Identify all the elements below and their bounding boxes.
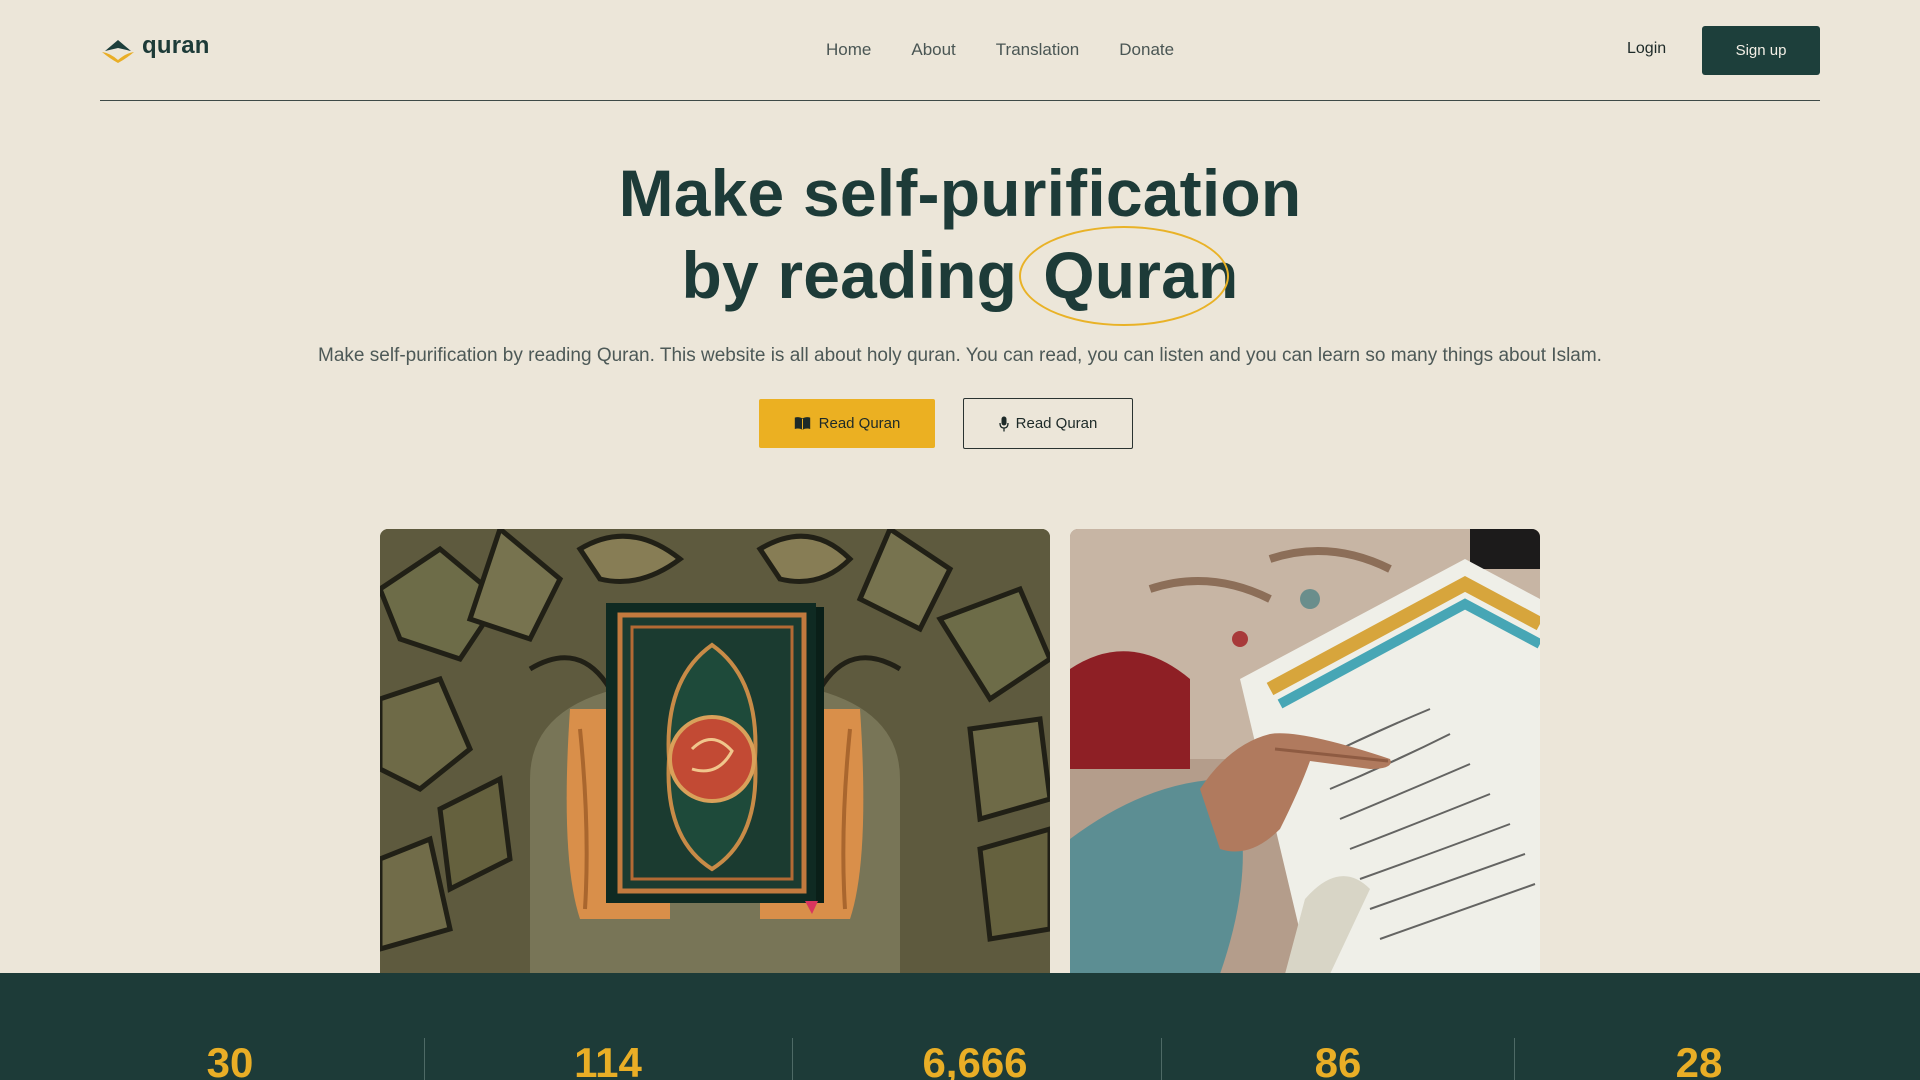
- stat-divider: [1161, 1038, 1162, 1080]
- highlight-ellipse: [1019, 226, 1230, 326]
- nav-about[interactable]: About: [911, 40, 955, 60]
- hero-title-prefix: by reading: [681, 238, 1018, 312]
- stat-value-5: 28: [1675, 1039, 1723, 1080]
- stat-value-4: 86: [1314, 1039, 1362, 1080]
- quran-logo-icon: [102, 40, 134, 63]
- main-nav: Home About Translation Donate: [826, 40, 1174, 60]
- nav-translation[interactable]: Translation: [996, 40, 1079, 60]
- quran-book-illustration: [380, 529, 1050, 974]
- stat-divider: [792, 1038, 793, 1080]
- listen-quran-button-label: Read Quran: [1015, 415, 1098, 432]
- hero-title-highlight: Quran: [1019, 226, 1238, 326]
- hero-title-line-2: by reading Quran: [0, 226, 1920, 326]
- hero-title-line-1: Make self-purification: [618, 156, 1302, 230]
- reading-quran-photo: [1070, 529, 1540, 974]
- stat-value-3: 6,666: [922, 1039, 1028, 1080]
- site-header: quran Home About Translation Donate Logi…: [100, 0, 1820, 101]
- brand-name: quran: [142, 32, 210, 59]
- stat-value-2: 114: [574, 1039, 642, 1080]
- read-quran-button-label: Read Quran: [818, 415, 901, 432]
- stat-value-1: 30: [206, 1039, 254, 1080]
- stat-divider: [1514, 1038, 1515, 1080]
- reading-quran-illustration: [1070, 529, 1540, 974]
- stat-divider: [424, 1038, 425, 1080]
- read-quran-button[interactable]: Read Quran: [759, 399, 935, 448]
- stats-bar: 30 114 6,666 86 28: [0, 973, 1920, 1080]
- brand-logo[interactable]: quran: [100, 32, 210, 64]
- microphone-icon: [998, 416, 1009, 431]
- hero-title: Make self-purification by reading Quran: [0, 152, 1920, 326]
- landing-page: quran Home About Translation Donate Logi…: [0, 0, 1920, 1080]
- quran-book-on-stand-photo: [380, 529, 1050, 974]
- nav-donate[interactable]: Donate: [1119, 40, 1174, 60]
- hero-subtitle: Make self-purification by reading Quran.…: [318, 345, 1602, 366]
- login-link[interactable]: Login: [1627, 40, 1666, 58]
- open-book-icon: [794, 417, 810, 430]
- signup-button[interactable]: Sign up: [1702, 26, 1820, 75]
- listen-quran-button[interactable]: Read Quran: [963, 398, 1133, 449]
- nav-home[interactable]: Home: [826, 40, 871, 60]
